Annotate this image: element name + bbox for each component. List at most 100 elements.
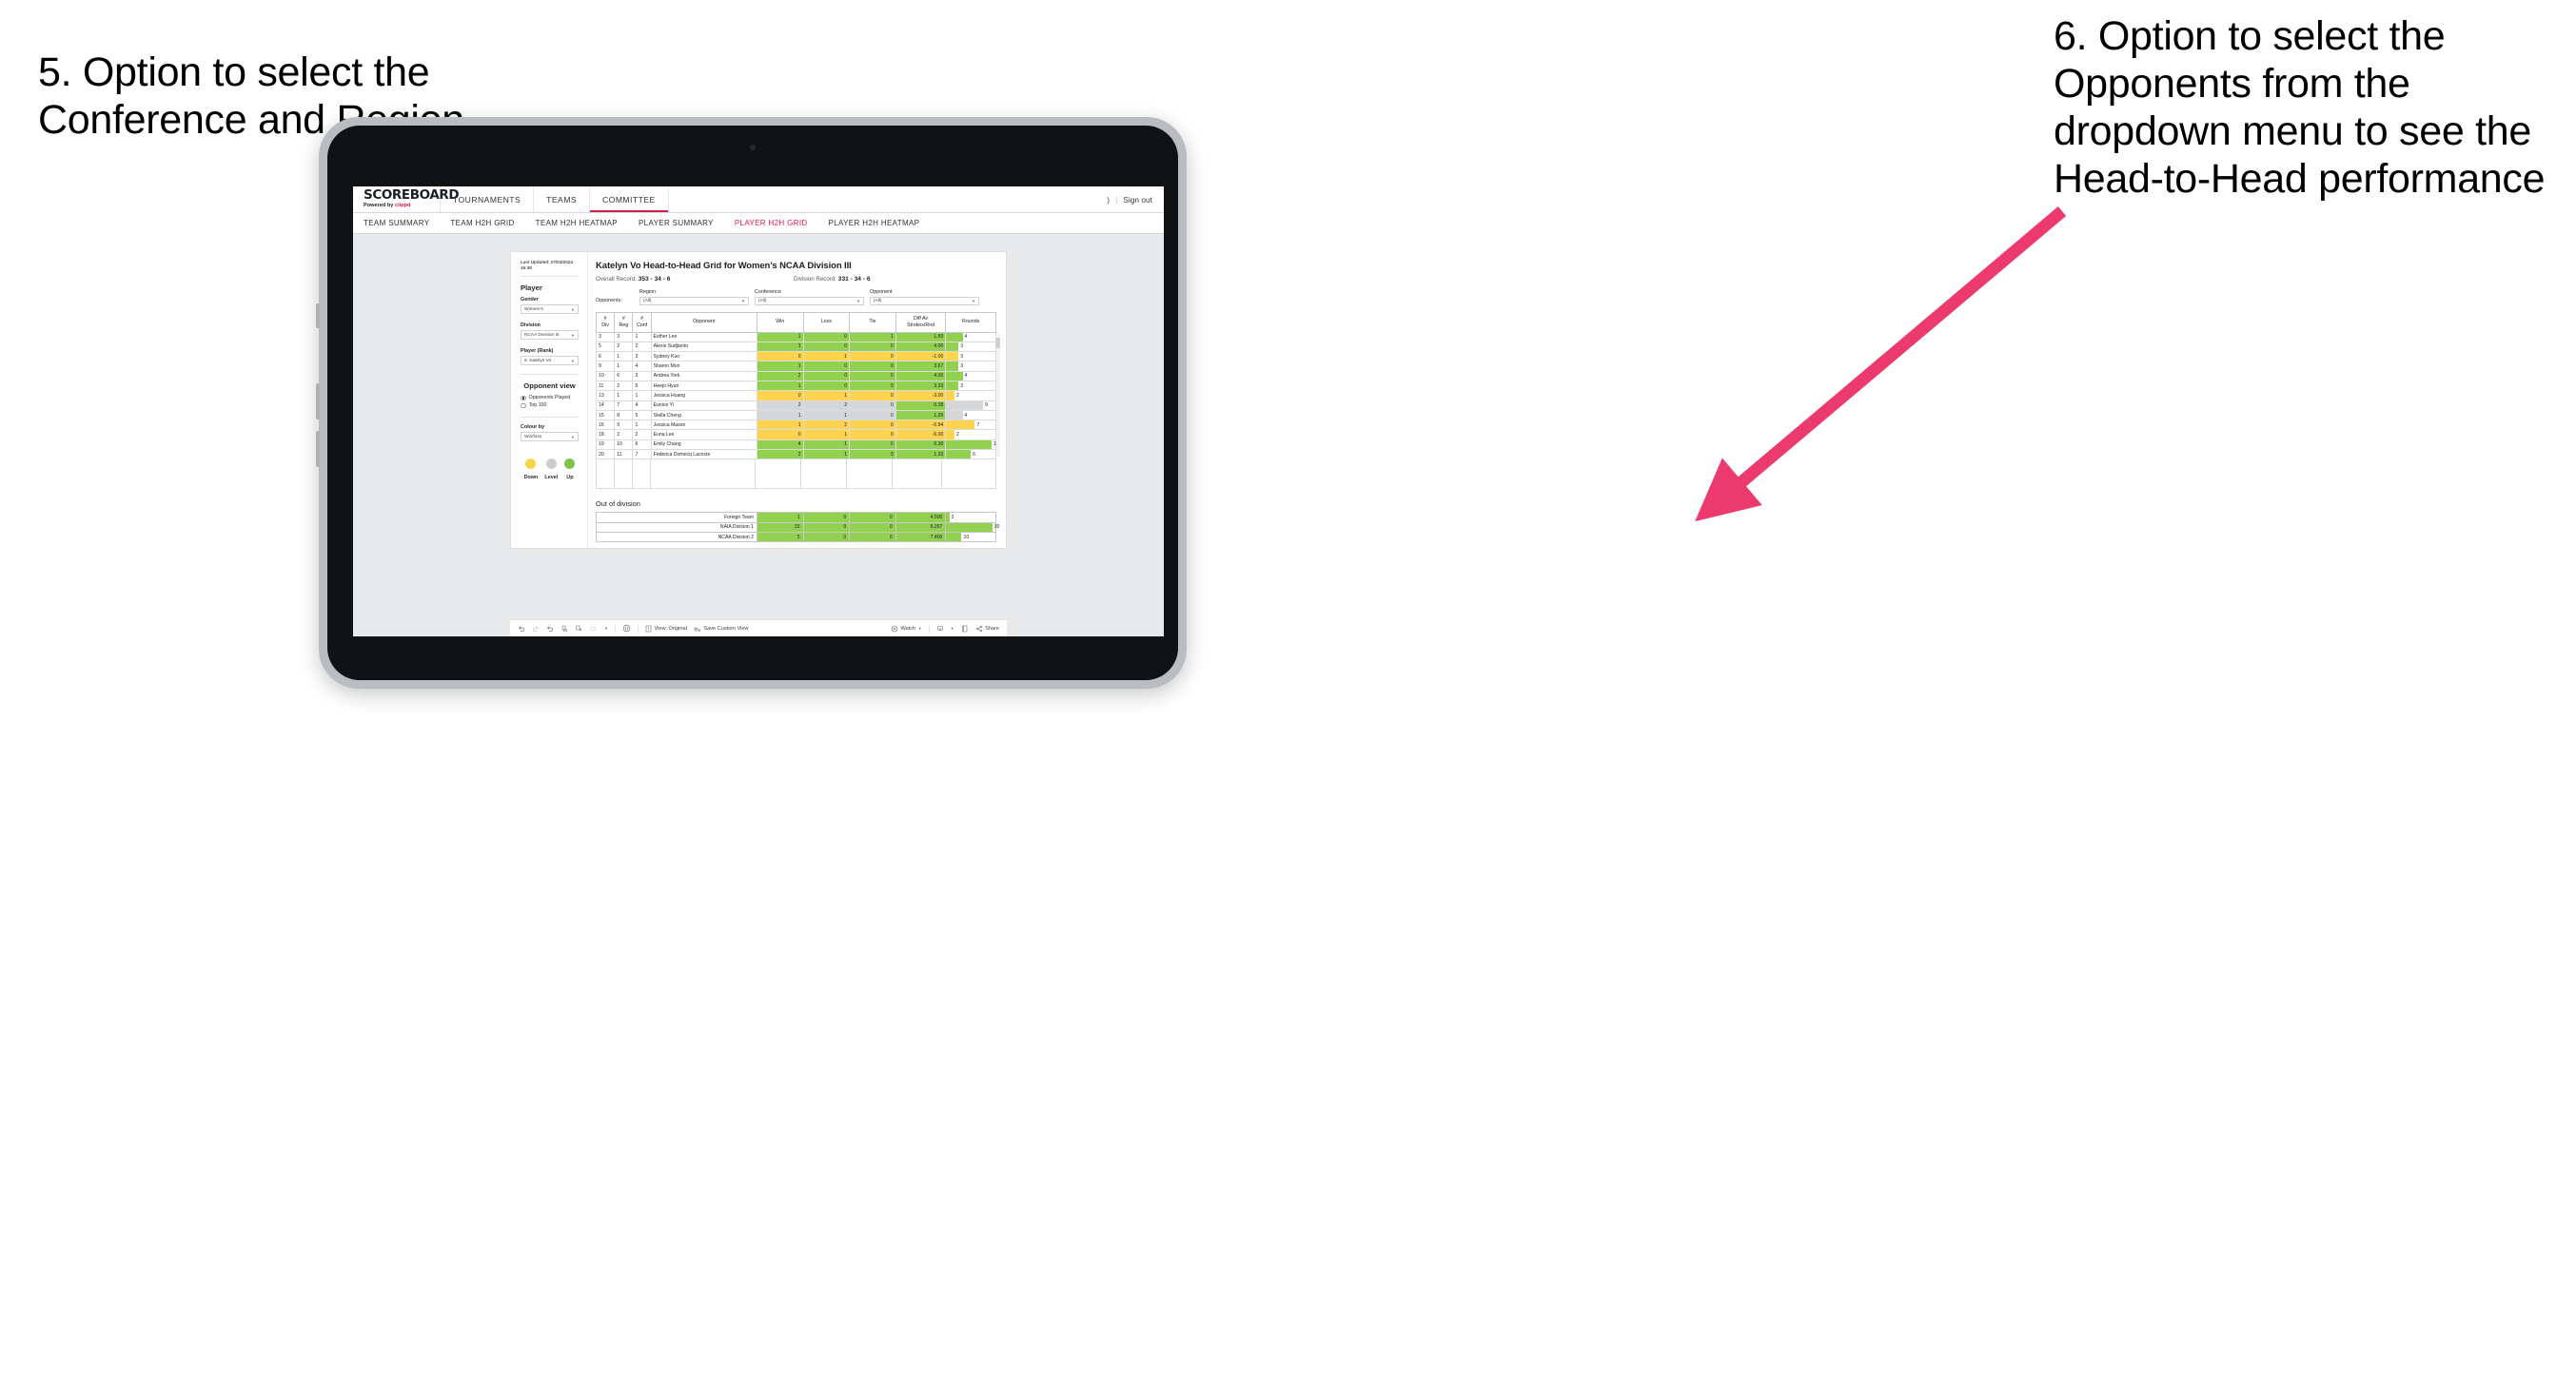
radio-opponents-played[interactable]: Opponents Played bbox=[521, 395, 579, 400]
highlight-icon[interactable] bbox=[589, 625, 598, 633]
col-rounds[interactable]: Rounds bbox=[945, 311, 996, 333]
region-dropdown[interactable]: (All) ▼ bbox=[639, 296, 749, 305]
save-custom-view-label: Save Custom View bbox=[703, 625, 749, 632]
table-row[interactable]: 11 2 5 Heejo Hyun 1 0 0 3.33 3 bbox=[595, 380, 996, 392]
gender-value: Women’s bbox=[524, 306, 543, 312]
tab-team-summary[interactable]: TEAM SUMMARY bbox=[364, 219, 429, 227]
view-original-button[interactable]: View: Original bbox=[645, 625, 687, 633]
rounds-bar bbox=[946, 410, 963, 420]
col-loss[interactable]: Loss bbox=[802, 311, 851, 333]
col-opponent[interactable]: Opponent bbox=[650, 311, 757, 333]
app-logo[interactable]: SCOREBOARD Powered by clippd bbox=[353, 186, 460, 212]
table-row[interactable]: 10 6 3 Andrea York 2 0 0 4.00 4 bbox=[595, 370, 996, 381]
logo-brand: clippd bbox=[394, 203, 411, 209]
player-section-heading: Player bbox=[521, 283, 542, 293]
redo-icon[interactable] bbox=[532, 625, 540, 633]
opponent-dropdown[interactable]: (All) ▼ bbox=[870, 296, 979, 305]
cell-diff: 0.38 bbox=[895, 400, 947, 411]
chevron-down-icon[interactable]: ▼ bbox=[951, 626, 954, 631]
table-row[interactable]: NAIA Division 1 15 0 0 9.267 30 bbox=[596, 521, 999, 533]
refresh-data-icon[interactable] bbox=[560, 625, 568, 633]
radio-top-100[interactable]: Top 100 bbox=[521, 402, 579, 408]
tab-team-h2h-heatmap[interactable]: TEAM H2H HEATMAP bbox=[536, 219, 618, 227]
cell-rounds: 4 bbox=[945, 370, 996, 381]
table-row[interactable]: 19106Emily Chang4100.3011 bbox=[595, 439, 998, 451]
power-button[interactable] bbox=[316, 303, 320, 328]
tab-team-h2h-grid[interactable]: TEAM H2H GRID bbox=[450, 219, 514, 227]
rounds-bar-cell: 2 bbox=[946, 391, 995, 400]
col-win[interactable]: Win bbox=[756, 311, 804, 333]
cell-opponent: Jessica Huang bbox=[650, 390, 757, 401]
tab-player-summary[interactable]: PLAYER SUMMARY bbox=[639, 219, 714, 227]
chevron-down-icon[interactable]: ▼ bbox=[604, 626, 608, 631]
opponents-label: Opponents: bbox=[596, 297, 622, 303]
rounds-value: 2 bbox=[955, 432, 959, 439]
col-reg[interactable]: # Reg bbox=[614, 311, 634, 333]
col-diff-av-strokes[interactable]: Diff Av Strokes/Rnd bbox=[895, 311, 947, 333]
nav-item-teams[interactable]: TEAMS bbox=[534, 186, 591, 212]
volume-down-button[interactable] bbox=[316, 431, 320, 467]
gender-dropdown[interactable]: Women’s ▼ bbox=[521, 304, 579, 315]
cell-diff: 7.400 bbox=[895, 531, 947, 543]
table-row[interactable]: 14 7 4 Eunice Yi 2 2 0 0.38 9 bbox=[595, 400, 996, 411]
table-row[interactable]: NCAA Division 2 5 0 0 7.400 10 bbox=[596, 531, 996, 543]
table-row[interactable]: 16 9 1 Jessica Mason 1 2 0 -0.94 7 bbox=[595, 420, 996, 431]
table-row[interactable]: 18 2 2 Euna Lee 0 1 0 -5.00 2 bbox=[595, 429, 996, 440]
volume-up-button[interactable] bbox=[316, 383, 320, 420]
cell-diff: -3.00 bbox=[895, 390, 947, 401]
top-navigation-bar: SCOREBOARD Powered by clippd TOURNAMENTS… bbox=[353, 186, 1164, 213]
cell-conf: 1 bbox=[632, 331, 652, 342]
conference-dropdown[interactable]: (All) ▼ bbox=[755, 296, 864, 305]
table-row[interactable]: 9 1 4 Sharon Mun 1 0 0 3.67 3 bbox=[595, 361, 996, 372]
fullscreen-icon[interactable] bbox=[961, 625, 969, 633]
col-conf[interactable]: # Conf bbox=[632, 311, 652, 333]
division-value: NCAA Division III bbox=[524, 332, 560, 338]
blank-cell bbox=[615, 459, 633, 489]
cell-diff: 4.00 bbox=[895, 341, 947, 353]
tab-player-h2h-grid[interactable]: PLAYER H2H GRID bbox=[735, 219, 808, 227]
download-icon[interactable] bbox=[936, 625, 944, 633]
grid-scrollbar[interactable] bbox=[996, 331, 1000, 457]
cell-loss: 0 bbox=[802, 521, 851, 533]
chevron-down-icon: ▼ bbox=[571, 306, 575, 312]
col-div[interactable]: # Div bbox=[595, 311, 616, 333]
sign-out-link[interactable]: Sign out bbox=[1123, 195, 1152, 205]
grid-scrollbar-thumb[interactable] bbox=[996, 337, 1000, 348]
cell-reg: 7 bbox=[614, 400, 634, 411]
nav-item-tournaments[interactable]: TOURNAMENTS bbox=[441, 186, 535, 212]
table-row[interactable]: 3 3 1 Esther Lee 1 0 1 1.50 4 bbox=[595, 331, 996, 342]
table-row[interactable]: 6 1 3 Sydney Kuo 0 1 0 -1.00 3 bbox=[595, 351, 996, 362]
pause-auto-update-icon[interactable] bbox=[622, 624, 631, 633]
tab-player-h2h-heatmap[interactable]: PLAYER H2H HEATMAP bbox=[829, 219, 920, 227]
overall-record-label: Overall Record: bbox=[596, 276, 639, 283]
watch-button[interactable]: Watch ▼ bbox=[891, 625, 922, 633]
pause-updates-icon[interactable] bbox=[575, 625, 582, 633]
undo-icon[interactable] bbox=[518, 625, 525, 633]
col-tie[interactable]: Tie bbox=[849, 311, 896, 333]
page-title: Katelyn Vo Head-to-Head Grid for Women’s… bbox=[596, 261, 852, 271]
table-row[interactable]: 15 8 5 Stella Cheng 1 1 0 1.25 4 bbox=[595, 409, 996, 421]
cell-loss: 0 bbox=[802, 370, 851, 381]
col-div-l2: Div bbox=[601, 322, 609, 328]
col-conf-l1: # bbox=[640, 315, 644, 322]
visualization-panel: Last Updated: 27/03/2024 15:38 Player Ge… bbox=[510, 251, 1007, 550]
division-dropdown[interactable]: NCAA Division III ▼ bbox=[521, 330, 579, 341]
cell-win: 5 bbox=[757, 531, 804, 543]
colour-by-dropdown[interactable]: Win/loss ▼ bbox=[521, 432, 579, 442]
cell-tie: 0 bbox=[849, 380, 896, 392]
table-row[interactable]: 5 2 2 Alexis Sudjianto 1 0 0 4.00 3 bbox=[595, 341, 996, 353]
save-custom-view-button[interactable]: Save Custom View bbox=[694, 625, 749, 633]
player-rank-dropdown[interactable]: 8. Katelyn Vo ▼ bbox=[521, 356, 579, 366]
cell-conf: 2 bbox=[632, 429, 652, 440]
table-row[interactable]: 20 11 7 Federica Domecq Lacroze 2 1 0 1.33 6 bbox=[595, 449, 996, 460]
table-row[interactable]: 13 1 1 Jessica Huang 0 1 0 -3.00 2 bbox=[595, 390, 996, 401]
cell-opponent: Stella Cheng bbox=[650, 409, 757, 421]
cell-rounds: 2 bbox=[945, 390, 996, 401]
cell-div: 11 bbox=[595, 380, 616, 392]
revert-icon[interactable] bbox=[546, 625, 554, 633]
blank-cell bbox=[651, 459, 756, 489]
table-row[interactable]: Foreign Team 1 0 0 4.500 2 bbox=[596, 512, 996, 523]
cell-div: 20 bbox=[595, 449, 616, 460]
share-button[interactable]: Share bbox=[975, 625, 999, 633]
nav-item-committee[interactable]: COMMITTEE bbox=[590, 186, 669, 212]
